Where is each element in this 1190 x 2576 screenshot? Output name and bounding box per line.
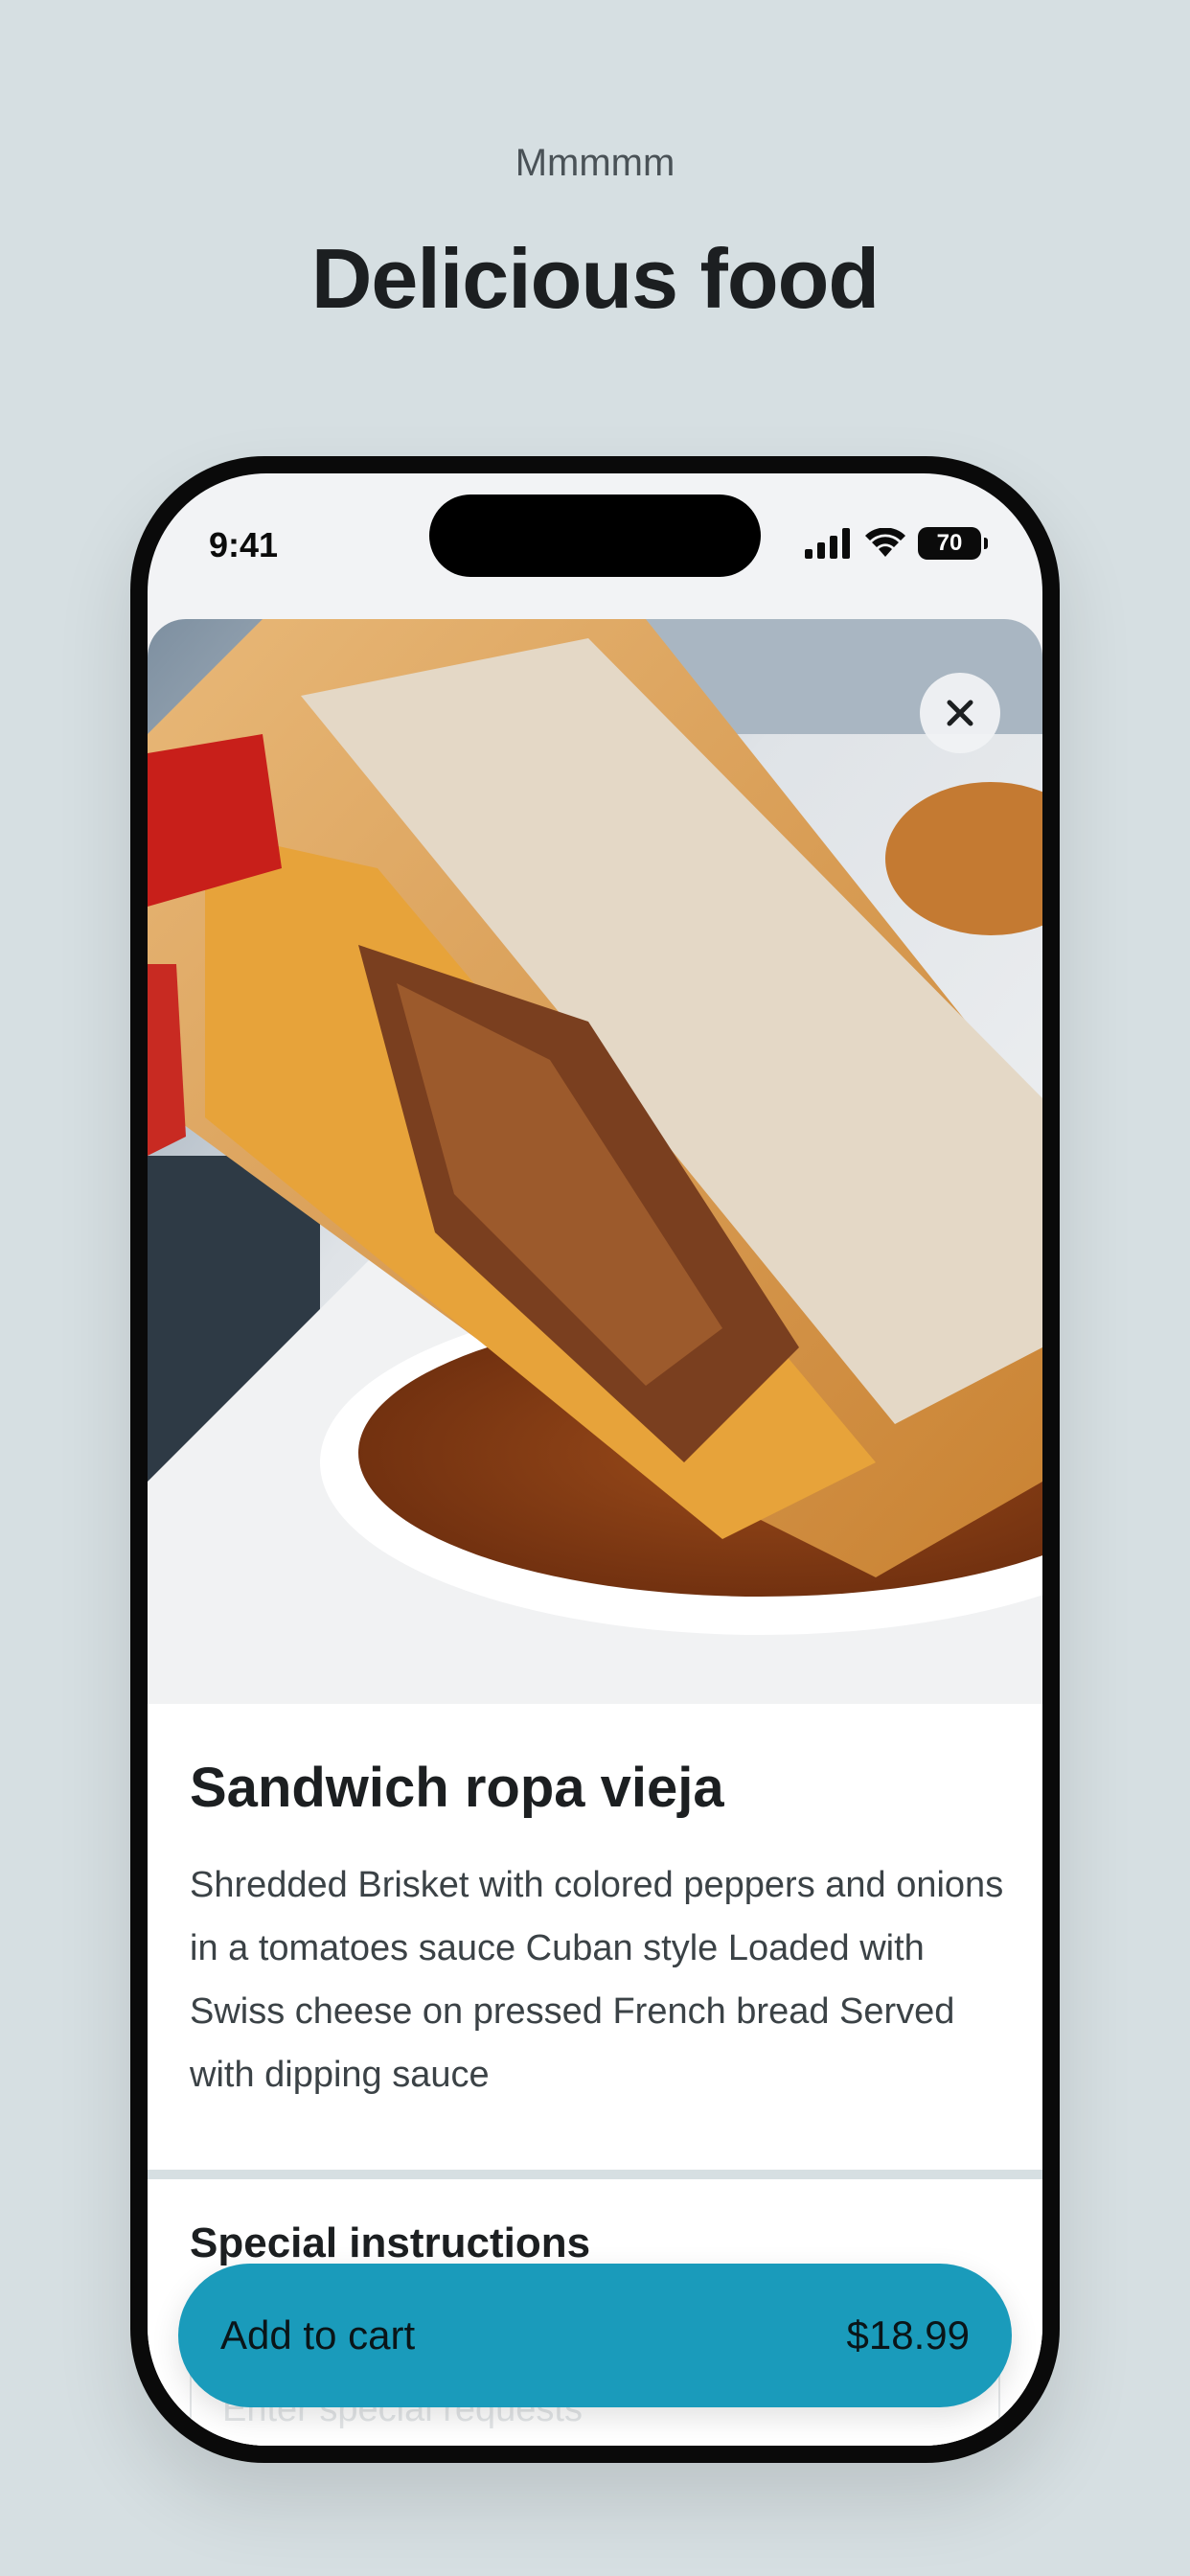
item-description: Shredded Brisket with colored peppers an… [190,1865,1004,2095]
special-instructions-title: Special instructions [190,2220,591,2266]
status-time: 9:41 [209,525,279,564]
section-divider [148,2170,1042,2179]
battery-icon: 70 [918,527,988,560]
close-button[interactable] [920,673,1000,753]
status-icons: 70 [805,527,988,560]
close-icon [947,700,973,726]
cart-price: $18.99 [846,2312,970,2358]
phone-screen: 9:41 70 Sandwich ropa vieja Shredded Bri… [148,473,1042,2446]
add-to-cart-label: Add to cart [220,2312,416,2358]
page-title: Delicious food [310,231,880,326]
food-photo [148,619,1042,1704]
dynamic-island [429,494,761,577]
add-to-cart-button[interactable]: Add to cart $18.99 [178,2264,1012,2407]
food-image [148,619,1042,1704]
status-bar: 9:41 70 [148,473,1042,617]
signal-icon [805,528,850,559]
phone-frame: 9:41 70 Sandwich ropa vieja Shredded Bri… [130,456,1060,2463]
page: Mmmmm Delicious food 9:41 70 Sandwich ro… [0,0,1190,2576]
eyebrow-text: Mmmmm [515,142,675,184]
item-name: Sandwich ropa vieja [190,1757,724,1819]
wifi-icon [865,528,905,557]
